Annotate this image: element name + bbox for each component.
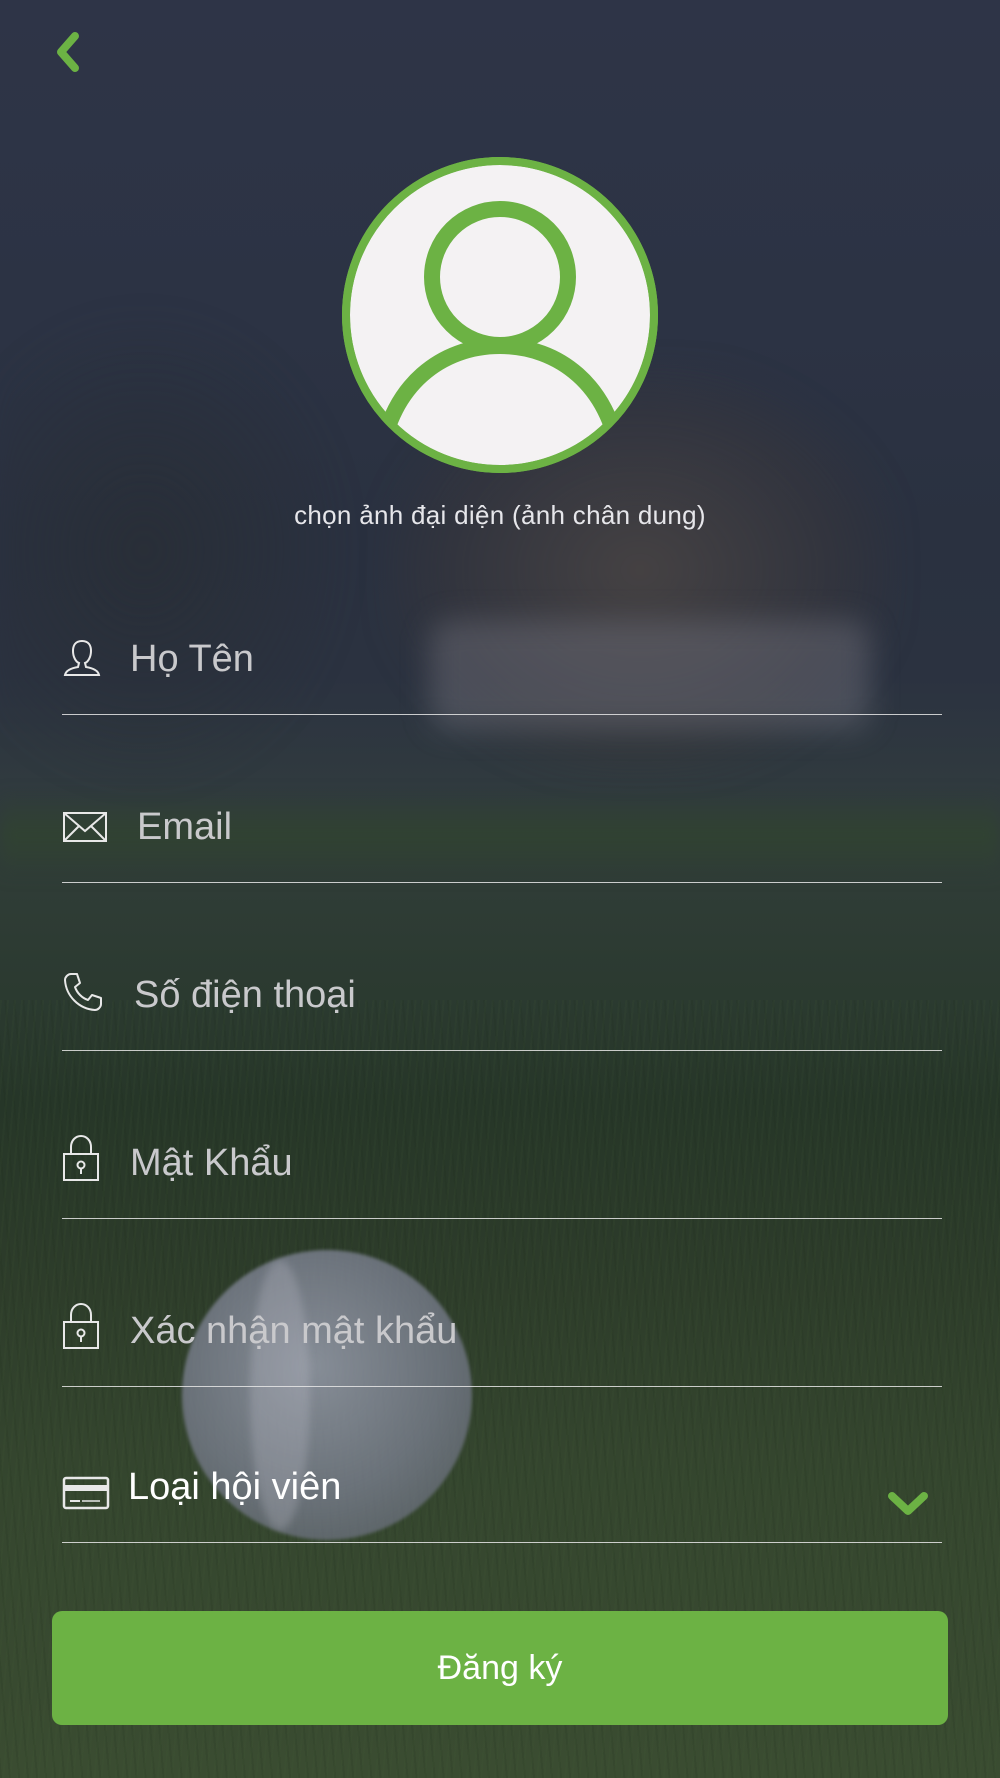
lock-icon xyxy=(62,1134,110,1182)
password-field[interactable]: Mật Khẩu xyxy=(62,1128,942,1219)
avatar-caption: chọn ảnh đại diện (ảnh chân dung) xyxy=(294,500,706,530)
phone-field[interactable]: Số điện thoại xyxy=(62,960,942,1051)
register-button-label: Đăng ký xyxy=(437,1648,563,1687)
person-icon xyxy=(62,634,110,682)
membership-type-select[interactable]: Loại hội viên xyxy=(62,1456,942,1543)
confirm-password-field[interactable]: Xác nhận mật khẩu xyxy=(62,1296,942,1387)
phone-placeholder: Số điện thoại xyxy=(134,974,356,1016)
phone-icon xyxy=(62,968,110,1016)
email-field[interactable]: Email xyxy=(62,792,942,883)
name-placeholder: Họ Tên xyxy=(130,638,254,680)
lock-icon xyxy=(62,1302,110,1350)
envelope-icon xyxy=(62,804,110,852)
membership-type-value: Loại hội viên xyxy=(128,1466,342,1508)
background-trees xyxy=(0,300,360,800)
password-placeholder: Mật Khẩu xyxy=(130,1142,293,1184)
register-screen: chọn ảnh đại diện (ảnh chân dung) Họ Tên… xyxy=(0,0,1000,1778)
confirm-password-placeholder: Xác nhận mật khẩu xyxy=(130,1310,458,1352)
membership-dropdown-toggle[interactable] xyxy=(884,1482,932,1522)
back-button[interactable] xyxy=(46,30,90,74)
chevron-left-icon xyxy=(57,32,79,72)
chevron-down-icon xyxy=(888,1492,928,1515)
card-icon xyxy=(62,1470,110,1518)
register-button[interactable]: Đăng ký xyxy=(52,1611,948,1725)
avatar-picker[interactable] xyxy=(341,156,659,474)
user-avatar-icon xyxy=(342,157,658,473)
name-field[interactable]: Họ Tên xyxy=(62,624,942,715)
email-placeholder: Email xyxy=(137,806,233,848)
